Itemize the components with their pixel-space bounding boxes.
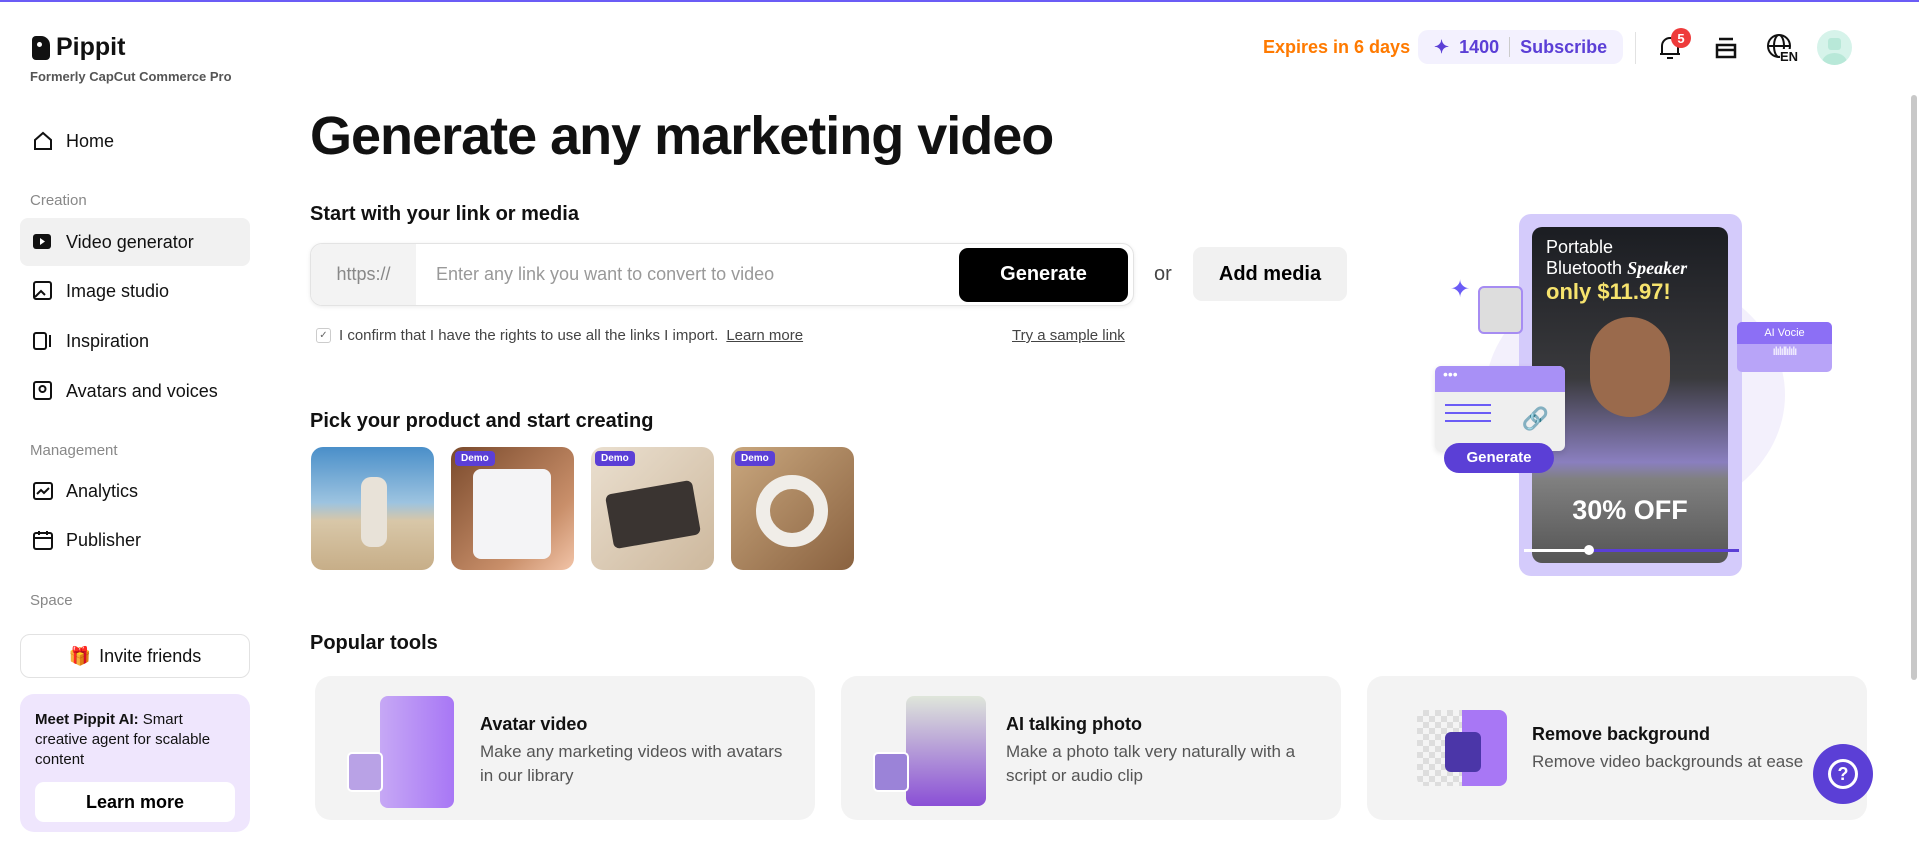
top-accent-line [0, 0, 1919, 2]
hero-discount: 30% OFF [1572, 495, 1688, 525]
hero-illustration: Portable Bluetooth Speaker only $11.97! … [1430, 200, 1832, 580]
section-label-creation: Creation [30, 192, 87, 209]
avatar-icon [32, 380, 54, 402]
link-input[interactable] [416, 264, 959, 285]
remove-background-illustration [1397, 710, 1507, 786]
sparkle-icon: ✦ [1450, 276, 1471, 303]
promo-title: Meet Pippit AI: [35, 711, 139, 728]
sidebar-item-analytics[interactable]: Analytics [20, 467, 250, 515]
hero-line-1: Portable [1546, 237, 1614, 257]
demo-badge: Demo [455, 451, 495, 466]
hero-line-2: Bluetooth [1546, 258, 1623, 278]
sidebar-item-avatars-and-voices[interactable]: Avatars and voices [20, 367, 250, 415]
avatar-video-illustration [345, 696, 455, 808]
rights-confirmation: ✓ I confirm that I have the rights to use… [316, 327, 803, 344]
scrollbar[interactable] [1911, 95, 1917, 680]
language-code: EN [1780, 49, 1799, 64]
tool-card-remove-background[interactable]: Remove background Remove video background… [1367, 676, 1867, 820]
notification-badge: 5 [1671, 28, 1691, 48]
sidebar-item-publisher[interactable]: Publisher [20, 516, 250, 564]
learn-more-button[interactable]: Learn more [35, 782, 235, 822]
product-thumbnail[interactable]: Demo [731, 447, 854, 570]
section-label-space: Space [30, 592, 73, 609]
logo[interactable]: Pippit [32, 33, 125, 62]
sidebar-label: Inspiration [66, 330, 150, 351]
confirm-checkbox[interactable]: ✓ [316, 328, 331, 343]
tool-description: Make a photo talk very naturally with a … [1006, 742, 1296, 785]
window-dots-icon: ••• [1435, 366, 1565, 392]
talking-photo-illustration [871, 696, 986, 806]
pippit-logo-icon [32, 35, 50, 60]
hero-generate-pill: Generate [1444, 443, 1554, 473]
popular-tools-heading: Popular tools [310, 632, 438, 654]
tool-card-ai-talking-photo[interactable]: AI talking photo Make a photo talk very n… [841, 676, 1341, 820]
tool-description: Make any marketing videos with avatars i… [480, 742, 783, 785]
calendar-icon [32, 529, 54, 551]
tool-card-avatar-video[interactable]: Avatar video Make any marketing videos wi… [315, 676, 815, 820]
link-icon: 🔗 [1521, 406, 1549, 431]
product-thumbnail[interactable]: Demo [591, 447, 714, 570]
tool-title: Remove background [1532, 724, 1711, 744]
inspiration-icon [32, 330, 54, 352]
expiry-notice: Expires in 6 days [1263, 37, 1411, 57]
invite-label: Invite friends [99, 645, 202, 666]
brand-subtitle: Formerly CapCut Commerce Pro [30, 69, 232, 84]
credits-count: 1400 [1459, 36, 1500, 57]
gift-icon: 🎁 [68, 645, 92, 666]
try-sample-link[interactable]: Try a sample link [1012, 327, 1125, 344]
workspace-button[interactable] [1713, 35, 1739, 66]
sidebar-item-video-generator[interactable]: Video generator [20, 218, 250, 266]
sidebar-label: Publisher [66, 529, 142, 550]
protocol-prefix: https:// [311, 244, 416, 305]
learn-more-link[interactable]: Learn more [726, 327, 803, 344]
demo-badge: Demo [595, 451, 635, 466]
tool-title: Avatar video [480, 714, 588, 734]
ai-voice-label: AI Vocie [1737, 322, 1832, 344]
section-label-management: Management [30, 442, 118, 459]
notifications-button[interactable]: 5 [1657, 28, 1691, 66]
hero-person [1590, 317, 1670, 417]
add-media-button[interactable]: Add media [1193, 247, 1347, 301]
image-icon [32, 280, 54, 302]
credits-chip[interactable]: ✦ 1400 Subscribe [1418, 30, 1624, 64]
question-icon: ? [1828, 759, 1858, 789]
tool-title: AI talking photo [1006, 714, 1142, 734]
waveform-icon: ılılıllılılı [1772, 344, 1798, 358]
user-avatar[interactable] [1817, 30, 1852, 65]
sidebar-label: Image studio [66, 280, 170, 301]
brand-name: Pippit [56, 33, 126, 61]
sparkle-icon: ✦ [1434, 36, 1450, 57]
sidebar-label: Video generator [66, 231, 194, 252]
pick-product-heading: Pick your product and start creating [310, 410, 654, 432]
home-icon [32, 130, 54, 152]
pippit-ai-promo-card: Meet Pippit AI: Smart creative agent for… [20, 694, 250, 832]
start-section-heading: Start with your link or media [310, 203, 579, 225]
subscribe-button[interactable]: Subscribe [1520, 37, 1607, 58]
sidebar-label: Analytics [66, 480, 139, 501]
sidebar-label: Home [66, 130, 115, 151]
sidebar-item-image-studio[interactable]: Image studio [20, 267, 250, 315]
header-divider [1635, 32, 1636, 64]
hero-line-2b: Speaker [1627, 258, 1688, 278]
video-icon [32, 231, 54, 253]
sidebar-item-home[interactable]: Home [20, 117, 250, 165]
product-thumbnail[interactable] [311, 447, 434, 570]
product-thumbnail[interactable]: Demo [451, 447, 574, 570]
language-button[interactable]: EN [1766, 33, 1799, 66]
sidebar-label: Avatars and voices [66, 380, 218, 401]
stack-icon [1715, 37, 1737, 59]
tool-description: Remove video backgrounds at ease [1532, 752, 1804, 771]
headphones-thumbnail [1478, 286, 1523, 334]
confirm-text: I confirm that I have the rights to use … [339, 327, 719, 344]
or-separator: or [1154, 263, 1172, 285]
hero-price: only $11.97! [1546, 279, 1671, 304]
demo-badge: Demo [735, 451, 775, 466]
analytics-icon [32, 480, 54, 502]
invite-friends-button[interactable]: 🎁 Invite friends [20, 634, 250, 678]
sidebar-item-inspiration[interactable]: Inspiration [20, 317, 250, 365]
page-title: Generate any marketing video [310, 106, 1054, 166]
generate-button[interactable]: Generate [959, 247, 1128, 302]
help-button[interactable]: ? [1813, 744, 1873, 804]
link-input-group: https:// Generate [310, 243, 1134, 306]
